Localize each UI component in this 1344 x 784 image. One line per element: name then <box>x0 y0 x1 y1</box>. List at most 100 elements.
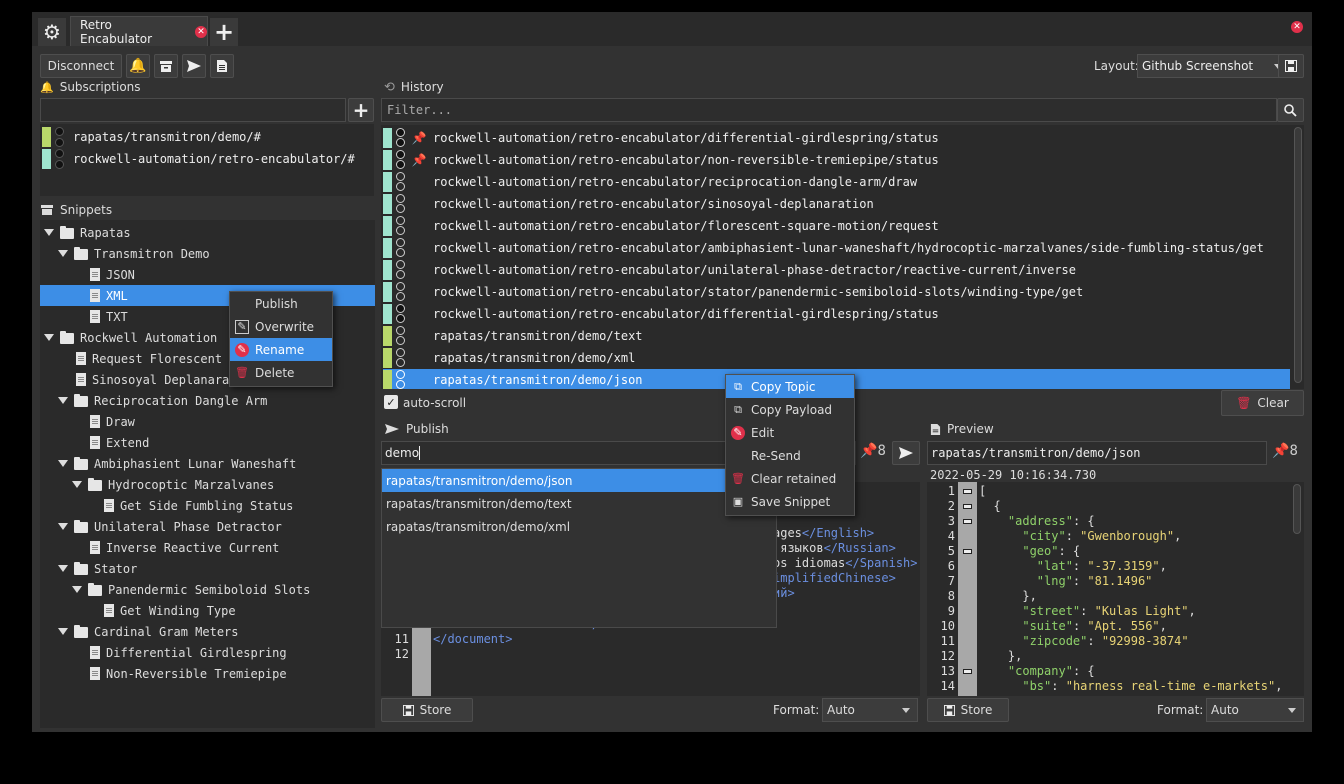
tab-retro-encabulator[interactable]: Retro Encabulator ✕ <box>70 16 208 46</box>
history-row[interactable]: rockwell-automation/retro-encabulator/st… <box>383 281 1290 303</box>
close-window-icon[interactable]: ✕ <box>1291 21 1303 33</box>
snippet-tree-item[interactable]: Draw <box>72 411 135 432</box>
snippet-tree-item[interactable]: Get Winding Type <box>86 600 236 621</box>
snippet-tree-item[interactable]: JSON <box>72 264 135 285</box>
snippet-tree-item[interactable]: Stator <box>58 558 137 579</box>
snippet-tree-item[interactable]: Get Side Fumbling Status <box>86 495 293 516</box>
snippet-tree-item[interactable]: Panendermic Semiboloid Slots <box>72 579 310 600</box>
send-icon[interactable] <box>182 54 206 78</box>
history-filter-input[interactable]: Filter... <box>381 98 1277 122</box>
snippet-tree-item[interactable]: Unilateral Phase Detractor <box>58 516 282 537</box>
archive-icon[interactable] <box>154 54 178 78</box>
snippet-tree-item[interactable]: Request Florescent S <box>58 348 237 369</box>
autocomplete-option[interactable]: rapatas/transmitron/demo/json <box>382 469 776 492</box>
snippet-tree-item[interactable]: XML <box>72 285 128 306</box>
expand-arrow-icon[interactable] <box>58 523 68 530</box>
snippet-tree-item[interactable]: Rockwell Automation <box>44 327 217 348</box>
menu-item-overwrite[interactable]: ✎ Overwrite <box>230 315 332 338</box>
history-row[interactable]: rapatas/transmitron/demo/text <box>383 325 1290 347</box>
preview-format-select[interactable]: Auto <box>1206 698 1304 722</box>
clear-history-button[interactable]: 🗑 Clear <box>1221 390 1304 416</box>
publish-store-button[interactable]: Store <box>381 698 473 722</box>
subscription-item[interactable]: rapatas/transmitron/demo/# <box>40 126 374 148</box>
preview-topic-field[interactable]: rapatas/transmitron/demo/json <box>927 441 1267 465</box>
snippet-tree-item[interactable]: Sinosoyal Deplanarat <box>58 369 237 390</box>
history-row[interactable]: rockwell-automation/retro-encabulator/fl… <box>383 215 1290 237</box>
subscription-menu-icon[interactable] <box>53 149 65 169</box>
expand-arrow-icon[interactable] <box>58 460 68 467</box>
code-token: : { <box>1058 544 1081 558</box>
snippet-tree-item[interactable]: Non-Reversible Tremiepipe <box>72 663 287 684</box>
publish-format-select[interactable]: Auto <box>822 698 918 722</box>
expand-arrow-icon[interactable] <box>58 250 68 257</box>
disconnect-button[interactable]: Disconnect <box>40 54 122 78</box>
history-row[interactable]: 📌 rockwell-automation/retro-encabulator/n… <box>383 149 1290 171</box>
add-subscription-button[interactable]: + <box>348 98 374 122</box>
expand-arrow-icon[interactable] <box>72 586 82 593</box>
snippet-label: Extend <box>106 435 150 450</box>
search-icon[interactable] <box>1277 98 1304 122</box>
settings-gear-icon[interactable]: ⚙ <box>38 18 66 46</box>
document-icon[interactable] <box>210 54 234 78</box>
history-row[interactable]: rockwell-automation/retro-encabulator/am… <box>383 237 1290 259</box>
menu-item-copy-topic[interactable]: ⧉ Copy Topic <box>726 375 854 398</box>
snippet-label: Stator <box>94 561 138 576</box>
subscription-menu-icon[interactable] <box>53 127 65 147</box>
publish-send-button[interactable] <box>892 441 920 465</box>
autoscroll-checkbox[interactable]: ✓ <box>384 395 398 409</box>
expand-arrow-icon[interactable] <box>58 628 68 635</box>
notifications-bell-icon[interactable]: 🔔 <box>126 54 150 78</box>
snippet-tree-item[interactable]: Rapatas <box>44 222 131 243</box>
retain-pin-icon[interactable]: 📌8 <box>860 443 890 463</box>
autocomplete-option[interactable]: rapatas/transmitron/demo/xml <box>382 515 776 538</box>
snippet-tree-item[interactable]: Inverse Reactive Current <box>72 537 279 558</box>
code-token: "city" <box>1022 529 1066 543</box>
menu-item-delete[interactable]: 🗑 Delete <box>230 361 332 384</box>
snippet-tree-item[interactable]: Differential Girdlespring <box>72 642 287 663</box>
menu-item-save-snippet[interactable]: ▣ Save Snippet <box>726 490 854 513</box>
expand-arrow-icon[interactable] <box>44 334 54 341</box>
history-row[interactable]: rockwell-automation/retro-encabulator/re… <box>383 171 1290 193</box>
history-row[interactable]: rockwell-automation/retro-encabulator/un… <box>383 259 1290 281</box>
snippet-tree-item[interactable]: Transmitron Demo <box>58 243 210 264</box>
menu-item-rename[interactable]: ✎ Rename <box>230 338 332 361</box>
preview-store-button[interactable]: Store <box>927 698 1009 722</box>
history-row[interactable]: rockwell-automation/retro-encabulator/si… <box>383 193 1290 215</box>
preview-scrollbar[interactable] <box>1293 484 1301 534</box>
fold-marker-icon <box>958 589 977 604</box>
snippet-tree-item[interactable]: Cardinal Gram Meters <box>58 621 239 642</box>
snippet-tree-item[interactable]: TXT <box>72 306 128 327</box>
history-row[interactable]: rockwell-automation/retro-encabulator/di… <box>383 303 1290 325</box>
menu-item-publish[interactable]: Publish <box>230 292 332 315</box>
fold-marker-icon <box>958 559 977 574</box>
expand-arrow-icon[interactable] <box>44 229 54 236</box>
save-icon <box>402 704 414 716</box>
expand-arrow-icon[interactable] <box>58 397 68 404</box>
preview-pin-icon[interactable]: 📌8 <box>1272 443 1306 463</box>
expand-arrow-icon[interactable] <box>72 481 82 488</box>
subscription-topic-input[interactable] <box>40 98 346 122</box>
layout-select[interactable]: Github Screenshot <box>1137 54 1291 78</box>
history-row[interactable]: 📌 rockwell-automation/retro-encabulator/d… <box>383 127 1290 149</box>
subscription-item[interactable]: rockwell-automation/retro-encabulator/# <box>40 148 374 170</box>
menu-item-re-send[interactable]: Re-Send <box>726 444 854 467</box>
save-layout-icon[interactable] <box>1278 54 1304 78</box>
history-scrollbar[interactable] <box>1294 127 1302 383</box>
history-row[interactable]: rapatas/transmitron/demo/xml <box>383 347 1290 369</box>
add-tab-button[interactable]: + <box>210 18 238 46</box>
snippet-tree-item[interactable]: Extend <box>72 432 149 453</box>
tab-close-icon[interactable]: ✕ <box>195 25 207 38</box>
menu-item-clear-retained[interactable]: 🗑 Clear retained <box>726 467 854 490</box>
send-icon <box>385 424 399 434</box>
autocomplete-option[interactable]: rapatas/transmitron/demo/text <box>382 492 776 515</box>
menu-item-copy-payload[interactable]: ⧉ Copy Payload <box>726 398 854 421</box>
menu-item-edit[interactable]: ✎ Edit <box>726 421 854 444</box>
expand-arrow-icon[interactable] <box>58 565 68 572</box>
layout-label: Layout: <box>1094 59 1139 73</box>
clear-label: Clear <box>1257 396 1289 410</box>
code-line: 12 <box>381 647 614 662</box>
snippet-tree-item[interactable]: Hydrocoptic Marzalvanes <box>72 474 274 495</box>
snippet-tree-item[interactable]: Ambiphasient Lunar Waneshaft <box>58 453 296 474</box>
code-line: 10 "suite": "Apt. 556", <box>927 619 1282 634</box>
snippet-tree-item[interactable]: Reciprocation Dangle Arm <box>58 390 267 411</box>
